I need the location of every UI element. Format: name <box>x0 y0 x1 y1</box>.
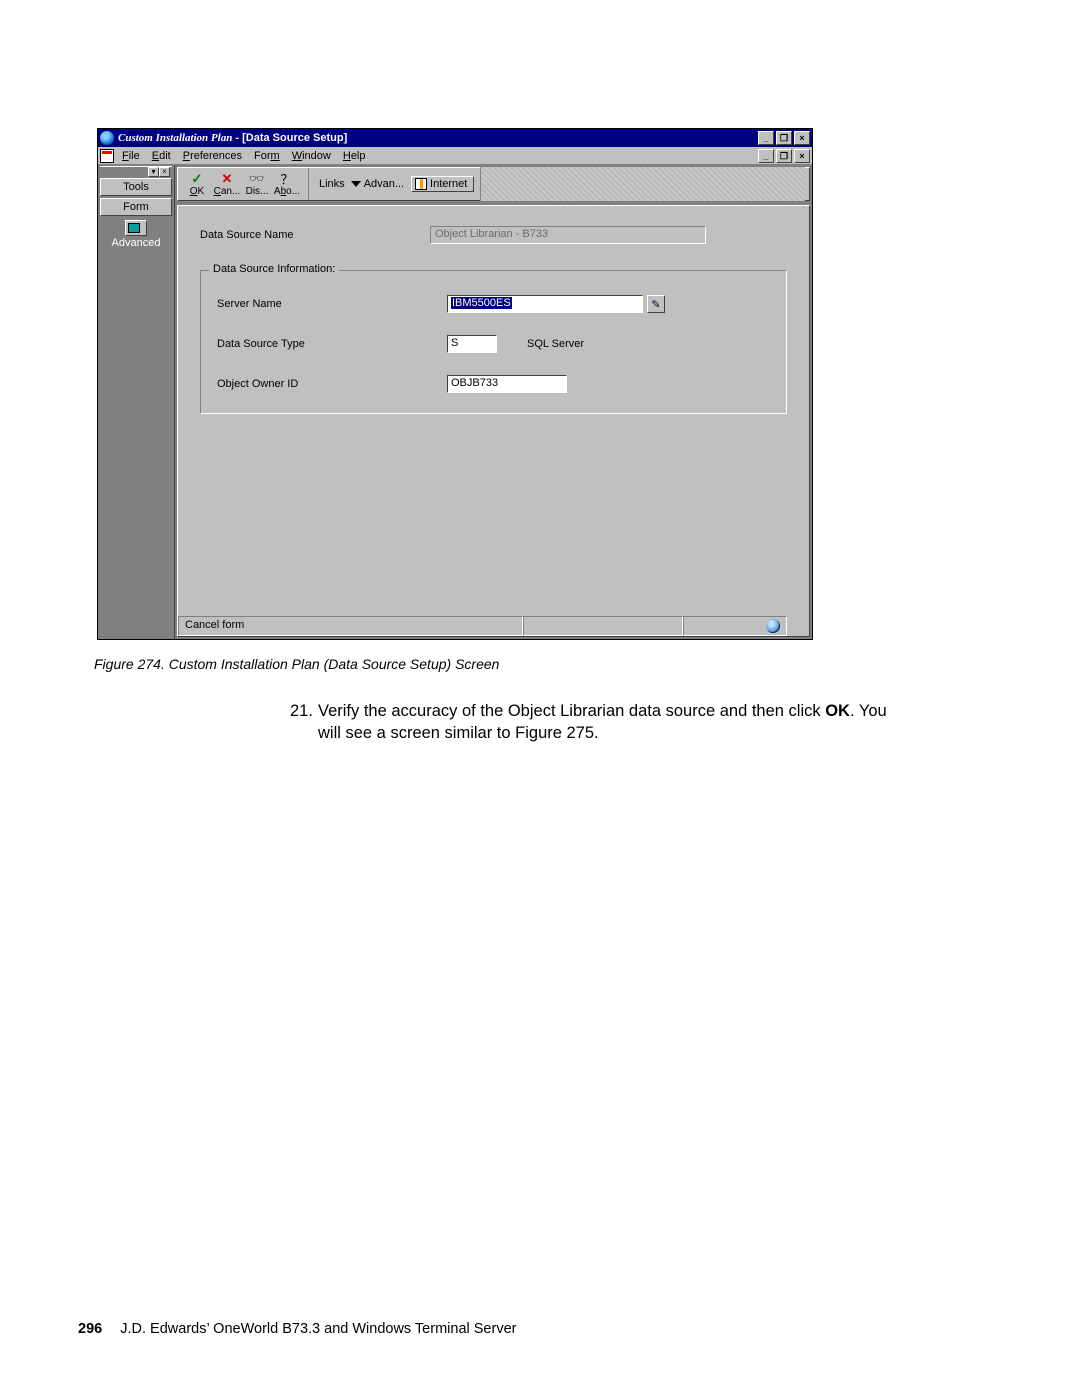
datasource-name-label: Data Source Name <box>200 229 430 241</box>
toolbar-filler <box>480 167 805 201</box>
server-name-value: IBM5500ES <box>451 297 512 309</box>
step-number: 21. <box>290 700 318 722</box>
display-button[interactable]: 👓 Dis... <box>242 172 272 197</box>
titlebar: Custom Installation Plan - [Data Source … <box>98 129 812 147</box>
object-owner-input[interactable]: OBJB733 <box>447 375 567 393</box>
x-icon: ✕ <box>212 172 242 186</box>
menu-preferences[interactable]: Preferences <box>177 149 248 163</box>
pencil-icon: ✎ <box>651 298 660 311</box>
server-lookup-button[interactable]: ✎ <box>647 295 665 313</box>
sidebar-tools-button[interactable]: Tools <box>100 178 172 196</box>
internet-icon <box>415 178 427 190</box>
datasource-info-group: Data Source Information: Server Name IBM… <box>200 270 787 414</box>
datasource-type-text: SQL Server <box>527 338 584 350</box>
menu-form[interactable]: Form <box>248 149 286 163</box>
workspace: ▾ × Tools Form Advanced ✓ OK <box>98 165 812 639</box>
sidebar-popbtn[interactable]: ▾ <box>148 167 159 177</box>
sidebar-form-button[interactable]: Form <box>100 198 172 216</box>
step-text: 21.Verify the accuracy of the Object Lib… <box>290 700 910 745</box>
datasource-type-code-input[interactable]: S <box>447 335 497 353</box>
sidebar: ▾ × Tools Form Advanced <box>98 165 175 639</box>
cancel-button[interactable]: ✕ Can... <box>212 172 242 197</box>
server-name-label: Server Name <box>217 298 447 310</box>
footer-text: J.D. Edwards’ OneWorld B73.3 and Windows… <box>120 1321 516 1337</box>
chevron-down-icon <box>351 181 361 187</box>
maximize-button[interactable]: ❐ <box>776 131 792 145</box>
server-name-input[interactable]: IBM5500ES <box>447 295 643 313</box>
step-line1a: Verify the accuracy of the Object Librar… <box>318 702 825 720</box>
menubar: File Edit Preferences Form Window Help _… <box>98 147 812 165</box>
window-title: Custom Installation Plan - [Data Source … <box>118 132 758 144</box>
row-server-name: Server Name IBM5500ES ✎ <box>217 295 770 313</box>
toolbar: ✓ OK ✕ Can... 👓 Dis... ？ <box>177 167 810 201</box>
page-footer: 296 J.D. Edwards’ OneWorld B73.3 and Win… <box>78 1321 516 1337</box>
status-cell-2 <box>523 616 683 636</box>
close-button[interactable]: × <box>794 131 810 145</box>
app-icon <box>100 131 114 145</box>
ok-button[interactable]: ✓ OK <box>182 172 212 197</box>
mdi-window-controls: _ ❐ × <box>758 149 810 163</box>
links-dropdown[interactable]: Advan... <box>351 178 409 190</box>
about-button[interactable]: ？ Abo... <box>272 172 302 197</box>
app-window: Custom Installation Plan - [Data Source … <box>97 128 813 640</box>
sidebar-advanced[interactable]: Advanced <box>100 220 172 249</box>
page-number: 296 <box>78 1321 102 1337</box>
datasource-type-label: Data Source Type <box>217 338 447 350</box>
mdi-restore-button[interactable]: ❐ <box>776 149 792 163</box>
object-owner-label: Object Owner ID <box>217 378 447 390</box>
step-bold-ok: OK <box>825 702 850 720</box>
menu-file[interactable]: File <box>116 149 146 163</box>
advanced-icon <box>125 220 147 236</box>
toolbar-group-actions: ✓ OK ✕ Can... 👓 Dis... ？ <box>182 168 309 200</box>
datasource-name-field: Object Librarian - B733 <box>430 226 706 244</box>
mdi-close-button[interactable]: × <box>794 149 810 163</box>
links-dropdown-label: Advan... <box>364 178 404 190</box>
status-cell-3 <box>683 616 787 636</box>
group-legend: Data Source Information: <box>209 263 339 275</box>
sidebar-close-icon[interactable]: × <box>159 167 170 177</box>
menu-edit[interactable]: Edit <box>146 149 177 163</box>
sidebar-advanced-label: Advanced <box>100 237 172 249</box>
row-object-owner: Object Owner ID OBJB733 <box>217 375 770 393</box>
globe-icon <box>766 619 780 633</box>
status-text: Cancel form <box>178 616 523 636</box>
step-line2: will see a screen similar to Figure 275. <box>290 722 910 744</box>
mdi-doc-icon[interactable] <box>100 149 114 163</box>
menu-help[interactable]: Help <box>337 149 372 163</box>
menu-window[interactable]: Window <box>286 149 337 163</box>
mdi-minimize-button[interactable]: _ <box>758 149 774 163</box>
step-line1b: . You <box>850 702 887 720</box>
glasses-icon: 👓 <box>242 172 272 186</box>
minimize-button[interactable]: _ <box>758 131 774 145</box>
figure-caption: Figure 274. Custom Installation Plan (Da… <box>94 656 990 672</box>
cursor-help-icon: ？ <box>272 172 302 186</box>
main-column: ✓ OK ✕ Can... 👓 Dis... ？ <box>175 165 812 639</box>
sidebar-header: ▾ × <box>100 166 172 178</box>
internet-label: Internet <box>430 178 467 190</box>
statusbar: Cancel form <box>178 616 787 636</box>
form-area: Data Source Name Object Librarian - B733… <box>177 205 810 637</box>
window-controls: _ ❐ × <box>758 131 810 145</box>
check-icon: ✓ <box>182 172 212 186</box>
internet-button[interactable]: Internet <box>411 176 474 192</box>
row-datasource-name: Data Source Name Object Librarian - B733 <box>200 226 787 244</box>
links-label: Links <box>315 178 349 190</box>
row-datasource-type: Data Source Type S SQL Server <box>217 335 770 353</box>
